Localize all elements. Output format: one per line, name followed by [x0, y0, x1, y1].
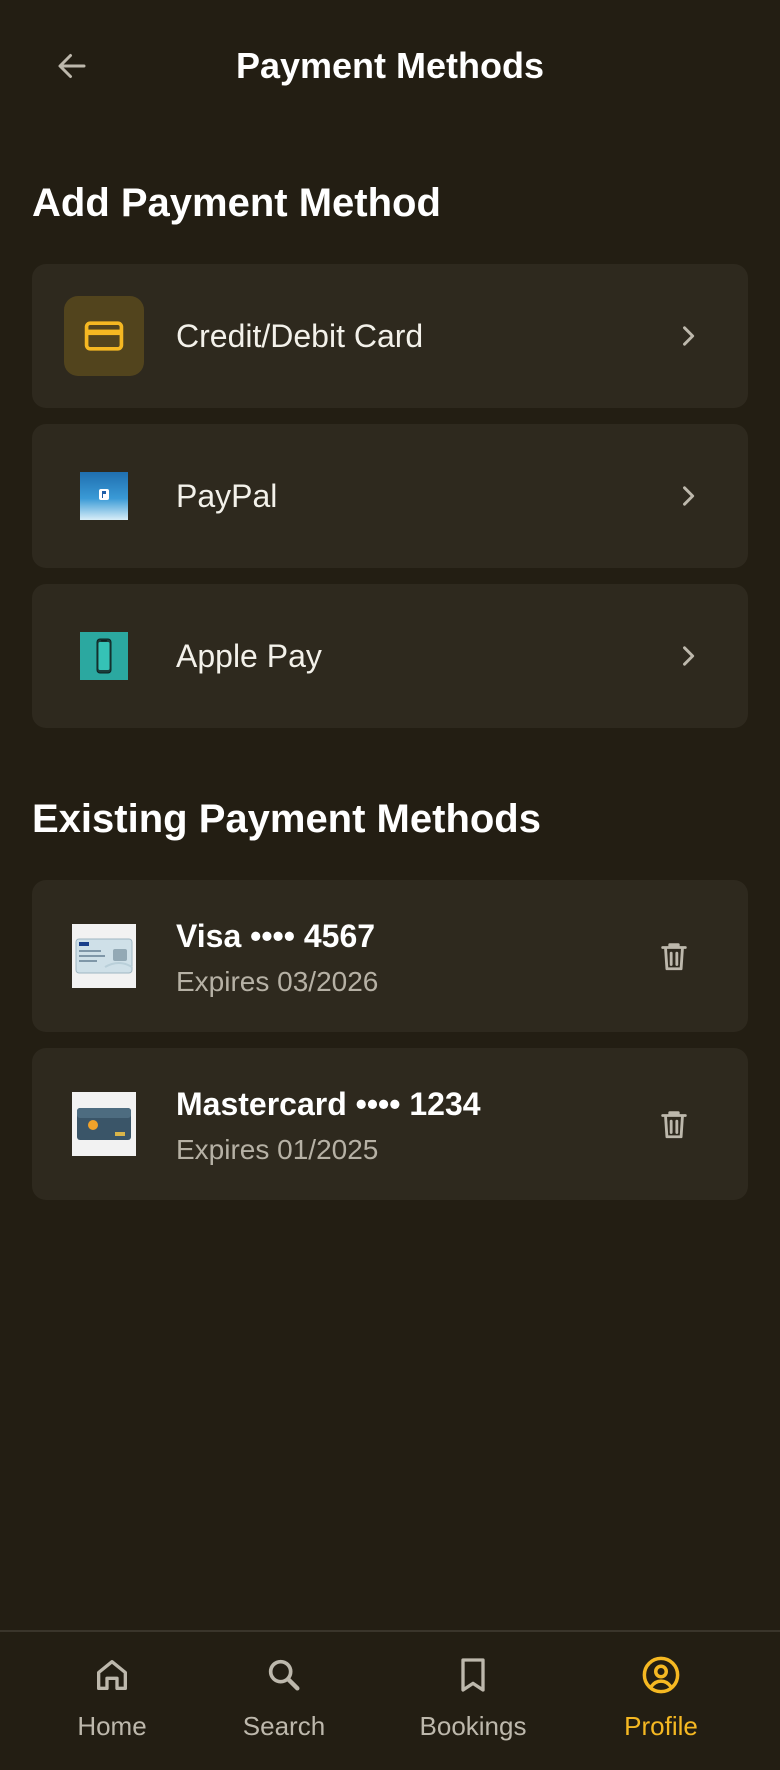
payment-method-name: Mastercard •••• 1234 [176, 1086, 481, 1122]
credit-card-icon [64, 296, 144, 376]
page-title: Payment Methods [235, 45, 545, 86]
option-label: Apple Pay [176, 638, 322, 674]
existing-mastercard-card[interactable]: Mastercard •••• 1234 Expires 01/2025 [32, 1048, 748, 1200]
nav-bookings[interactable]: Bookings [412, 1632, 534, 1770]
trash-icon [661, 943, 687, 971]
delete-visa-button[interactable] [652, 934, 696, 978]
home-icon [92, 1652, 132, 1698]
add-payment-section-title: Add Payment Method [32, 181, 441, 225]
payment-method-expiry: Expires 03/2026 [176, 966, 379, 997]
payment-method-name: Visa •••• 4567 [176, 918, 376, 954]
add-credit-debit-card-option[interactable]: Credit/Debit Card [32, 264, 748, 408]
option-label: Credit/Debit Card [176, 318, 424, 354]
nav-label: Home [77, 1711, 147, 1741]
bottom-navigation: Home Search Bookings Profile [0, 1630, 780, 1770]
trash-icon [661, 1111, 687, 1139]
nav-search[interactable]: Search [234, 1632, 334, 1770]
visa-card-image [72, 924, 136, 988]
payment-method-expiry: Expires 01/2025 [176, 1134, 379, 1165]
chevron-right-icon [668, 636, 708, 676]
nav-label: Bookings [419, 1711, 527, 1741]
delete-mastercard-button[interactable] [652, 1102, 696, 1146]
nav-profile[interactable]: Profile [614, 1632, 708, 1770]
bookmark-icon [453, 1652, 493, 1698]
apple-pay-phone-image [64, 616, 144, 696]
profile-icon [640, 1652, 682, 1698]
chevron-right-icon [668, 316, 708, 356]
add-paypal-option[interactable]: PayPal [32, 424, 748, 568]
existing-payment-section-title: Existing Payment Methods [32, 797, 541, 841]
chevron-right-icon [668, 476, 708, 516]
search-icon [264, 1652, 304, 1698]
nav-home[interactable]: Home [68, 1632, 156, 1770]
option-label: PayPal [176, 478, 278, 514]
top-app-bar: Payment Methods [0, 0, 780, 128]
add-apple-pay-option[interactable]: Apple Pay [32, 584, 748, 728]
mastercard-card-image [72, 1092, 136, 1156]
nav-label: Search [242, 1711, 326, 1741]
nav-label: Profile [624, 1711, 698, 1741]
existing-visa-card[interactable]: Visa •••• 4567 Expires 03/2026 [32, 880, 748, 1032]
paypal-image [64, 456, 144, 536]
